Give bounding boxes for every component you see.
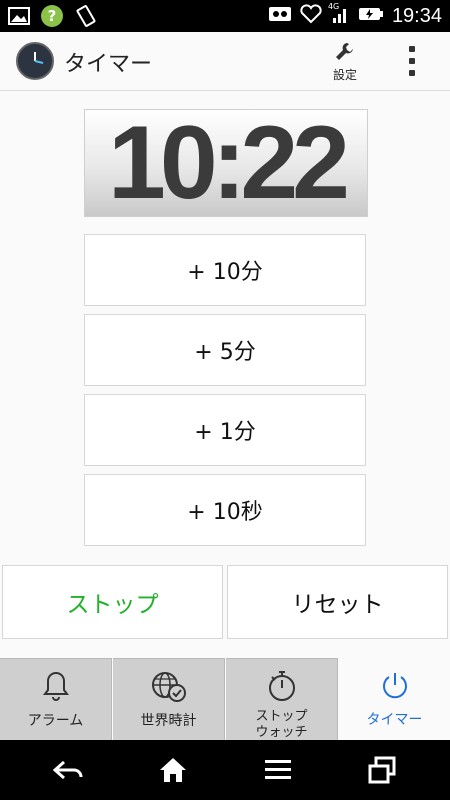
svg-text:?: ? xyxy=(48,7,57,25)
help-app-icon: ? xyxy=(40,4,64,32)
cassette-icon xyxy=(268,5,292,27)
home-icon[interactable] xyxy=(153,752,193,788)
reset-button[interactable]: リセット xyxy=(227,565,448,639)
recent-apps-icon[interactable] xyxy=(362,752,402,788)
globe-clock-icon xyxy=(113,669,224,703)
heart-icon xyxy=(300,4,322,28)
network-type: 4G xyxy=(327,2,340,11)
timer-display: 10:22 xyxy=(84,109,368,217)
tab-alarm-label: アラーム xyxy=(27,713,84,729)
clock-time: 19:34 xyxy=(391,4,442,27)
tab-timer[interactable]: タイマー xyxy=(339,658,450,740)
tab-alarm[interactable]: アラーム xyxy=(0,658,112,740)
signal-icon: 4G xyxy=(327,2,350,28)
add-10-seconds-button[interactable]: + 10秒 xyxy=(84,474,366,546)
tab-world-clock-label: 世界時計 xyxy=(140,713,197,729)
gallery-icon xyxy=(8,6,30,30)
tab-stopwatch[interactable]: ストップ ウォッチ xyxy=(226,658,338,740)
app-bar: タイマー 設定 xyxy=(0,32,450,91)
add-1-minute-button[interactable]: + 1分 xyxy=(84,394,366,466)
tab-bar: アラーム 世界時計 ストップ ウォッチ タイマー xyxy=(0,658,450,740)
clock-app-icon xyxy=(16,42,54,80)
page-title: タイマー xyxy=(64,52,153,77)
tab-stopwatch-label: ストップ ウォッチ xyxy=(255,709,308,740)
stop-button[interactable]: ストップ xyxy=(2,565,223,639)
vibrate-phone-icon xyxy=(74,4,98,32)
settings-button[interactable]: 設定 xyxy=(326,40,364,83)
battery-icon xyxy=(358,6,384,26)
overflow-menu-icon[interactable] xyxy=(402,44,422,78)
system-nav-bar xyxy=(0,740,450,800)
timer-power-icon xyxy=(339,668,450,702)
timer-panel: 10:22 + 10分 + 5分 + 1分 + 10秒 ストップ リセット xyxy=(0,91,450,658)
bell-icon xyxy=(0,669,111,703)
stopwatch-icon xyxy=(226,669,337,703)
settings-label: 設定 xyxy=(332,68,357,82)
status-bar: ? 4G 19:34 xyxy=(0,0,450,32)
menu-icon[interactable] xyxy=(258,752,298,788)
wrench-icon xyxy=(336,43,353,60)
tab-timer-label: タイマー xyxy=(366,712,423,728)
tab-world-clock[interactable]: 世界時計 xyxy=(113,658,225,740)
timer-display-text: 10:22 xyxy=(108,105,350,221)
add-10-minutes-button[interactable]: + 10分 xyxy=(84,234,366,306)
back-icon[interactable] xyxy=(48,752,88,788)
add-5-minutes-button[interactable]: + 5分 xyxy=(84,314,366,386)
